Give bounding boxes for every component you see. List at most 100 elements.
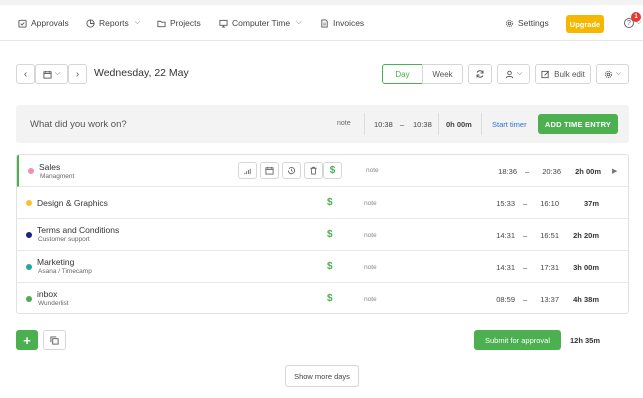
submit-for-approval-button[interactable]: Submit for approval (474, 330, 561, 350)
dollar-icon[interactable]: $ (327, 261, 333, 272)
bulk-edit-label: Bulk edit (554, 69, 585, 79)
note-field[interactable]: note (364, 232, 377, 239)
duration[interactable]: 2h 20m (565, 231, 599, 240)
show-more-days-button[interactable]: Show more days (285, 365, 359, 387)
project-name[interactable]: Design & Graphics (37, 198, 108, 208)
dollar-icon[interactable]: $ (327, 229, 333, 240)
start-time[interactable]: 15:33 (479, 199, 515, 208)
calendar-icon (265, 166, 274, 175)
upgrade-button[interactable]: Upgrade (566, 15, 604, 33)
add-time-entry-button[interactable]: ADD TIME ENTRY (538, 114, 618, 134)
nav-invoices[interactable]: Invoices (320, 18, 364, 28)
dollar-icon: $ (329, 165, 336, 176)
nav-reports[interactable]: Reports ⌵ (86, 18, 140, 28)
time-dash: – (523, 263, 528, 272)
note-field[interactable]: note (366, 167, 379, 174)
table-row[interactable]: Sales Managment $ note 18:36 – 20:36 2h … (17, 155, 628, 187)
dollar-icon[interactable]: $ (327, 293, 333, 304)
copy-icon (50, 335, 59, 345)
nav-computer-time[interactable]: Computer Time ⌵ (219, 18, 301, 28)
next-day-button[interactable]: › (68, 64, 87, 84)
divider (364, 113, 365, 135)
top-nav: Approvals Reports ⌵ Projects Computer Ti… (0, 5, 643, 41)
nav-approvals-label: Approvals (31, 18, 69, 28)
tab-day[interactable]: Day (382, 64, 423, 84)
start-time[interactable]: 14:31 (479, 263, 515, 272)
user-select-button[interactable]: ⌵ (497, 64, 530, 84)
delete-button[interactable] (304, 162, 323, 179)
start-timer-link[interactable]: Start timer (492, 120, 527, 129)
play-icon[interactable]: ▶ (612, 167, 617, 175)
signal-bars-icon (244, 168, 251, 175)
calendar-button[interactable] (260, 162, 279, 179)
gear-icon (505, 19, 514, 27)
current-date: Wednesday, 22 May (94, 67, 189, 79)
history-icon (287, 167, 296, 175)
end-time-input[interactable]: 10:38 (413, 120, 432, 129)
time-dash: – (400, 120, 405, 129)
duplicate-button[interactable] (43, 330, 66, 350)
project-name[interactable]: Sales (39, 162, 60, 172)
nav-invoices-label: Invoices (333, 18, 365, 28)
duration[interactable]: 37m (565, 199, 599, 208)
nav-settings-label: Settings (518, 18, 549, 28)
project-color-dot (28, 168, 34, 174)
bulk-edit-button[interactable]: Bulk edit (535, 64, 591, 84)
nav-reports-label: Reports (99, 18, 129, 28)
time-dash: – (523, 295, 528, 304)
nav-settings[interactable]: Settings (505, 18, 549, 28)
end-time[interactable]: 20:36 (539, 167, 561, 176)
chevron-down-icon: ⌵ (54, 70, 61, 77)
client-name: Wunderlist (38, 300, 69, 307)
history-button[interactable] (282, 162, 301, 179)
monitor-icon (219, 19, 228, 28)
start-time[interactable]: 08:59 (479, 295, 515, 304)
chevron-down-icon: ⌵ (134, 19, 141, 26)
project-name[interactable]: inbox (37, 289, 57, 299)
divider (438, 113, 439, 135)
view-settings-button[interactable]: ⌵ (596, 64, 629, 84)
divider (481, 113, 482, 135)
table-row[interactable]: Marketing Asana / Timecamp $ note 14:31 … (17, 251, 628, 283)
duration-input[interactable]: 0h 00m (446, 120, 472, 129)
duration[interactable]: 3h 00m (565, 263, 599, 272)
table-row[interactable]: Terms and Conditions Customer support $ … (17, 219, 628, 251)
table-row[interactable]: Design & Graphics $ note 15:33 – 16:10 3… (17, 187, 628, 219)
project-color-dot (26, 232, 32, 238)
project-color-dot (26, 296, 32, 302)
note-field[interactable]: note (364, 264, 377, 271)
task-input[interactable]: What did you work on? (30, 119, 127, 130)
billable-toggle[interactable]: $ (323, 162, 342, 179)
nav-computer-time-label: Computer Time (232, 18, 291, 28)
prev-day-button[interactable]: ‹ (16, 64, 35, 84)
nav-projects[interactable]: Projects (157, 18, 201, 28)
start-time[interactable]: 14:31 (479, 231, 515, 240)
invoice-icon (321, 18, 328, 28)
project-name[interactable]: Terms and Conditions (37, 225, 119, 235)
reports-icon (86, 18, 95, 28)
end-time[interactable]: 17:31 (537, 263, 559, 272)
start-time[interactable]: 18:36 (481, 167, 517, 176)
table-row[interactable]: inbox Wunderlist $ note 08:59 – 13:37 4h… (17, 283, 628, 313)
duration[interactable]: 4h 38m (565, 295, 599, 304)
note-field[interactable]: note (364, 296, 377, 303)
end-time[interactable]: 13:37 (537, 295, 559, 304)
stats-button[interactable] (238, 162, 257, 179)
project-color-dot (26, 264, 32, 270)
end-time[interactable]: 16:10 (537, 199, 559, 208)
chevron-down-icon: ⌵ (516, 70, 523, 77)
nav-approvals[interactable]: Approvals (18, 18, 69, 28)
end-time[interactable]: 16:51 (537, 231, 559, 240)
start-time-input[interactable]: 10:38 (374, 120, 393, 129)
refresh-button[interactable] (468, 64, 492, 84)
dollar-icon[interactable]: $ (327, 197, 333, 208)
tab-week[interactable]: Week (422, 64, 463, 84)
add-entry-button[interactable]: + (16, 330, 38, 350)
note-input[interactable]: note (337, 120, 351, 127)
calendar-picker-button[interactable]: ⌵ (35, 64, 68, 84)
duration[interactable]: 2h 00m (567, 167, 601, 176)
time-dash: – (523, 231, 528, 240)
note-field[interactable]: note (364, 200, 377, 207)
project-name[interactable]: Marketing (37, 257, 74, 267)
notification-badge: 1 (631, 12, 641, 22)
